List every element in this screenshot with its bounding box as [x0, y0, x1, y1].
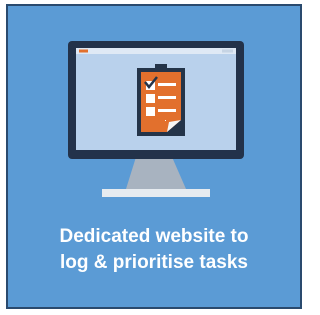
caption-line-2: log & prioritise tasks	[60, 252, 248, 273]
checkbox-icon	[146, 107, 155, 116]
browser-controls-icon	[222, 49, 233, 53]
browser-tab-icon	[79, 49, 88, 53]
monitor-stand-neck	[126, 157, 186, 189]
clipboard-icon	[137, 64, 185, 136]
monitor-stand-base	[102, 189, 210, 197]
feature-caption: Dedicated website to log & prioritise ta…	[8, 224, 300, 276]
monitor-illustration	[68, 41, 244, 197]
caption-line-1: Dedicated website to	[59, 226, 249, 247]
browser-bar	[76, 48, 236, 54]
checkbox-icon	[146, 94, 155, 103]
feature-card: Dedicated website to log & prioritise ta…	[6, 4, 302, 309]
